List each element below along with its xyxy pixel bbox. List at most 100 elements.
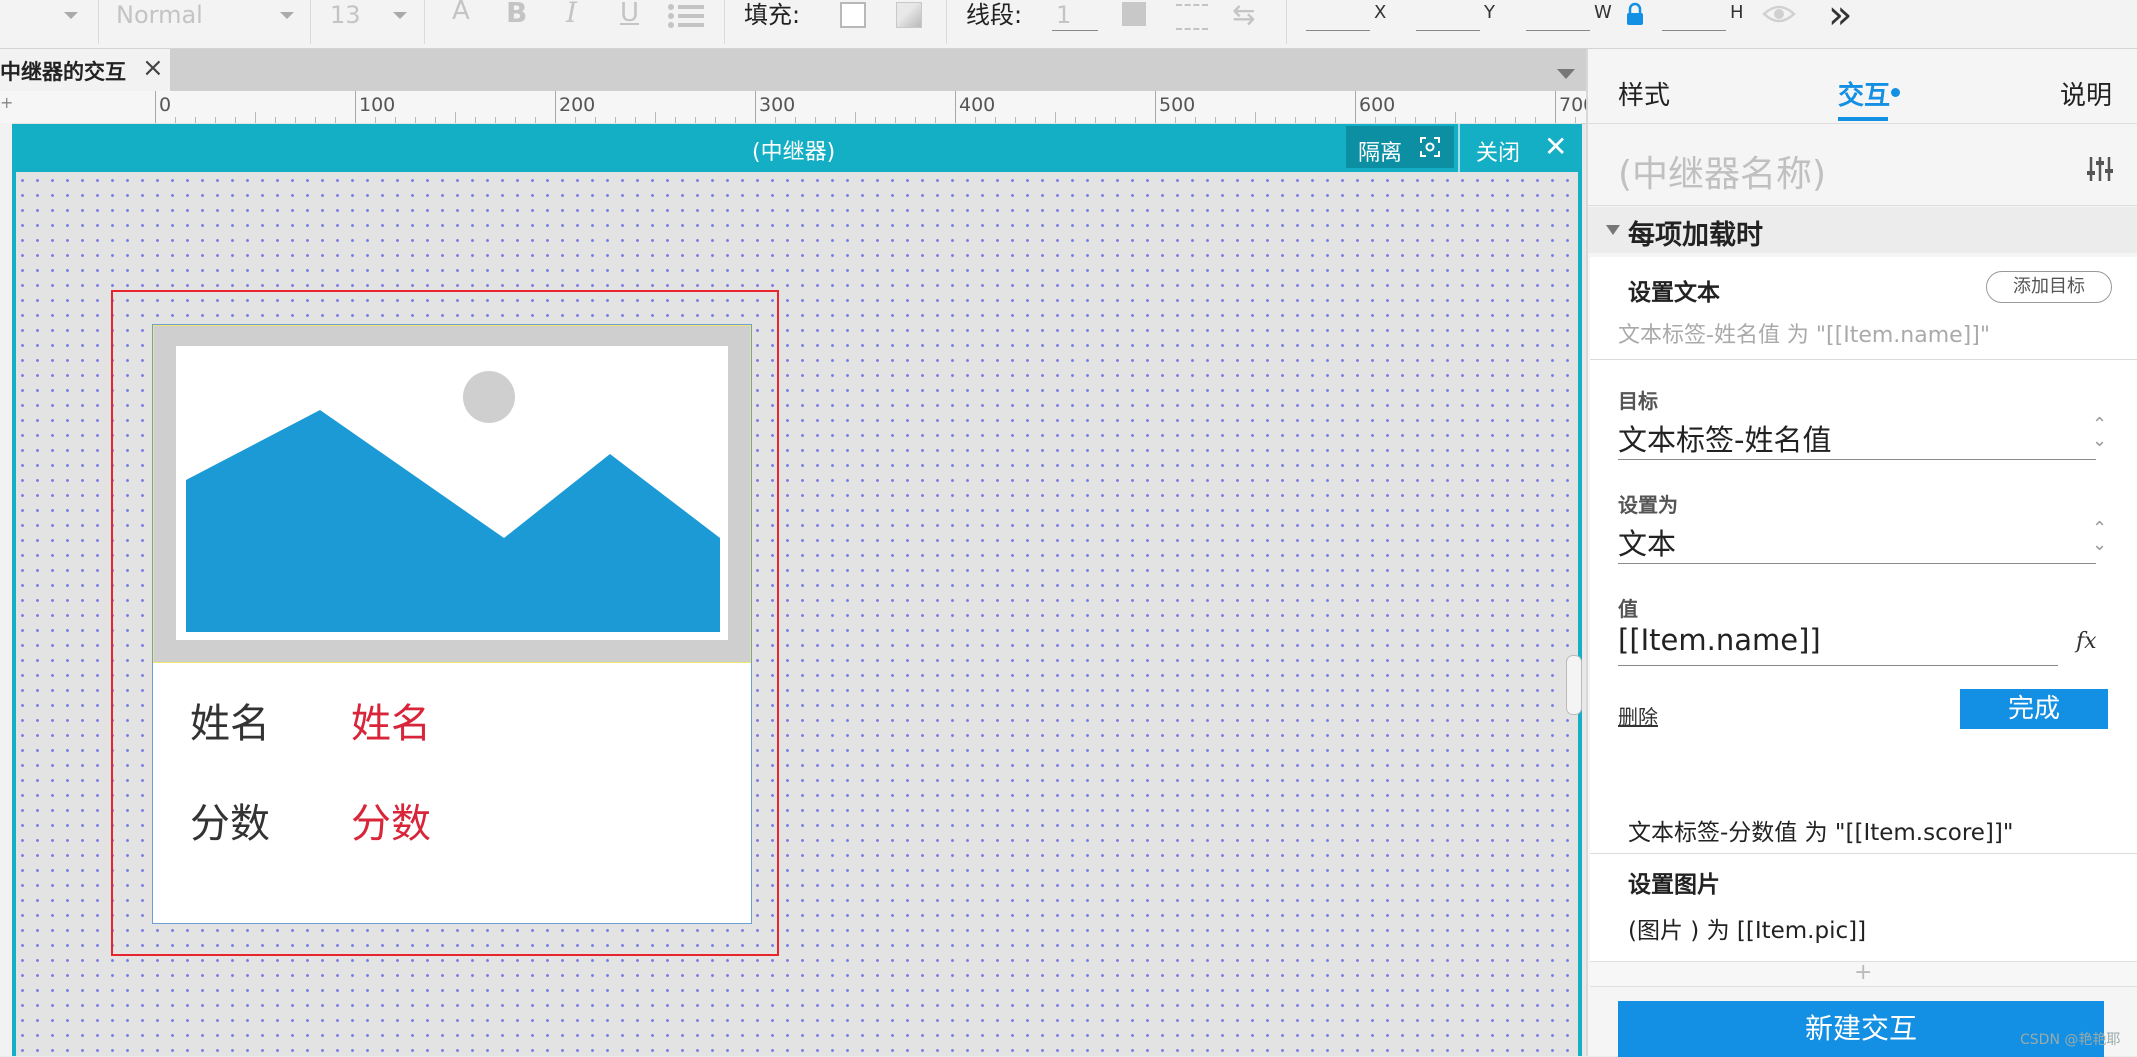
tab-interaction[interactable]: 交互 bbox=[1838, 75, 1890, 112]
ruler-minor-tick bbox=[1055, 112, 1056, 123]
ruler-label: 0 bbox=[159, 94, 172, 116]
set-to-select[interactable]: 文本 bbox=[1618, 521, 1676, 563]
score-value-text[interactable]: 分数 bbox=[351, 800, 431, 848]
isolate-icon bbox=[1420, 137, 1440, 157]
tab-title: 中继器的交互 bbox=[0, 60, 126, 84]
close-label: 关闭 bbox=[1476, 141, 1521, 166]
action3-summary[interactable]: (图片 ) 为 [[Item.pic]] bbox=[1628, 911, 1866, 945]
repeater-edit-border bbox=[1578, 124, 1582, 1056]
select-arrows-icon[interactable]: ⌃ ⌄ bbox=[2092, 416, 2107, 450]
value-input[interactable]: [[Item.name]] bbox=[1618, 623, 1821, 657]
add-target-button[interactable]: 添加目标 bbox=[1986, 271, 2112, 303]
more-chevron-icon[interactable]: » bbox=[1828, 0, 1852, 38]
horizontal-ruler: + 0 100 200 300 400 500 600 700 bbox=[0, 91, 1586, 124]
ruler-major-tick bbox=[955, 91, 956, 123]
watermark: CSDN @艳艳耶 bbox=[2020, 1032, 2121, 1048]
action-editor: 设置文本 添加目标 文本标签-姓名值 为 "[[Item.name]]" 目标 … bbox=[1590, 257, 2137, 961]
font-size-select[interactable]: 13 bbox=[330, 0, 361, 30]
chevron-down-icon[interactable] bbox=[64, 12, 78, 19]
image-placeholder-icon bbox=[176, 346, 728, 640]
ruler-label: 300 bbox=[759, 94, 796, 116]
ruler-minor-tick bbox=[455, 112, 456, 123]
stroke-color-swatch[interactable] bbox=[1122, 2, 1146, 26]
tab-bar bbox=[0, 49, 1586, 91]
fill-label: 填充: bbox=[744, 1, 801, 29]
x-label: X bbox=[1374, 2, 1387, 23]
name-label: 姓名 bbox=[190, 701, 270, 747]
delete-link[interactable]: 删除 bbox=[1618, 701, 1658, 730]
ruler-major-tick bbox=[555, 91, 556, 123]
unsaved-dot-icon bbox=[1891, 88, 1900, 97]
collapse-triangle-icon[interactable] bbox=[1606, 225, 1620, 235]
active-tab-underline bbox=[1838, 117, 1888, 121]
tab-repeater-interaction[interactable]: 中继器的交互 × bbox=[0, 49, 170, 91]
set-to-label: 设置为 bbox=[1618, 493, 1678, 517]
ruler-label: 500 bbox=[1159, 94, 1196, 116]
line-pattern-icon[interactable] bbox=[1176, 4, 1208, 30]
y-label: Y bbox=[1484, 2, 1495, 23]
ruler-minor-tick bbox=[855, 112, 856, 123]
tab-style[interactable]: 样式 bbox=[1618, 75, 1670, 112]
action-title: 设置文本 bbox=[1628, 280, 1720, 306]
ruler-origin-icon: + bbox=[0, 93, 14, 112]
fill-color-swatch[interactable] bbox=[840, 2, 866, 28]
action-summary: 文本标签-姓名值 为 "[[Item.name]]" bbox=[1618, 323, 1990, 348]
chevron-down-icon[interactable] bbox=[280, 12, 294, 19]
ruler-major-tick bbox=[355, 91, 356, 123]
close-repeater-button[interactable]: 关闭 ✕ bbox=[1464, 126, 1578, 168]
action2-summary[interactable]: 文本标签-分数值 为 "[[Item.score]]" bbox=[1628, 813, 2013, 847]
italic-icon[interactable]: I bbox=[566, 0, 577, 28]
text-color-icon[interactable]: A bbox=[452, 0, 470, 26]
arrow-style-icon[interactable]: ⇆ bbox=[1232, 0, 1255, 31]
stroke-label: 线段: bbox=[966, 1, 1023, 29]
value-label: 值 bbox=[1618, 597, 1638, 621]
ruler-label: 400 bbox=[959, 94, 996, 116]
tab-notes[interactable]: 说明 bbox=[2060, 75, 2112, 112]
repeater-edit-border bbox=[12, 124, 16, 1056]
repeater-name-input[interactable]: (中继器名称) bbox=[1618, 145, 1826, 197]
tab-close-icon[interactable]: × bbox=[142, 53, 164, 83]
done-button[interactable]: 完成 bbox=[1960, 689, 2108, 729]
ruler-label: 100 bbox=[359, 94, 396, 116]
shadow-swatch[interactable] bbox=[896, 2, 922, 28]
fx-icon[interactable]: fx bbox=[2076, 629, 2097, 654]
repeater-title: (中继器) bbox=[752, 140, 836, 165]
settings-sliders-icon[interactable] bbox=[2086, 155, 2114, 183]
underline-icon[interactable]: U bbox=[620, 0, 639, 28]
repeater-edit-header: (中继器) 隔离 关闭 ✕ bbox=[12, 124, 1582, 172]
plus-icon: + bbox=[1854, 960, 1873, 985]
action3-title: 设置图片 bbox=[1628, 872, 1720, 898]
bold-icon[interactable]: B bbox=[506, 0, 527, 28]
stroke-width-input[interactable]: 1 bbox=[1056, 0, 1071, 30]
ruler-minor-tick bbox=[255, 112, 256, 123]
list-icon[interactable] bbox=[668, 4, 704, 28]
ruler-label: 700 bbox=[1559, 94, 1586, 116]
add-action-row[interactable]: + bbox=[1590, 960, 2137, 987]
target-select[interactable]: 文本标签-姓名值 bbox=[1618, 417, 1831, 459]
ruler-major-tick bbox=[755, 91, 756, 123]
interaction-panel: 样式 交互 说明 (中继器名称) 每项加载时 设置文本 添加目标 文本标签-姓名… bbox=[1586, 49, 2137, 1057]
tab-list-chevron-icon[interactable] bbox=[1557, 69, 1575, 79]
h-label: H bbox=[1730, 2, 1744, 23]
ruler-label: 600 bbox=[1359, 94, 1396, 116]
ruler-minor-tick bbox=[1255, 112, 1256, 123]
lock-icon[interactable] bbox=[1626, 2, 1644, 26]
toolbar: Normal 13 A B I U 填充: 线段: 1 ⇆ X Y W H » bbox=[0, 0, 2137, 49]
name-value-text[interactable]: 姓名 bbox=[351, 700, 431, 748]
w-label: W bbox=[1594, 2, 1612, 23]
isolate-label: 隔离 bbox=[1358, 141, 1403, 166]
isolate-button[interactable]: 隔离 bbox=[1346, 126, 1454, 168]
eye-icon[interactable] bbox=[1762, 0, 1796, 28]
ruler-major-tick bbox=[1155, 91, 1156, 123]
ruler-major-tick bbox=[155, 91, 156, 123]
ruler-minor-tick bbox=[1455, 112, 1456, 123]
event-row[interactable]: 每项加载时 bbox=[1588, 207, 2137, 253]
select-arrows-icon[interactable]: ⌃ ⌄ bbox=[2092, 520, 2107, 554]
target-label: 目标 bbox=[1618, 389, 1658, 413]
score-label: 分数 bbox=[190, 801, 270, 847]
chevron-down-icon[interactable] bbox=[393, 12, 407, 19]
event-title: 每项加载时 bbox=[1628, 220, 1763, 251]
font-style-select[interactable]: Normal bbox=[116, 0, 203, 30]
canvas-scrollbar-handle[interactable] bbox=[1566, 655, 1582, 715]
ruler-minor-tick bbox=[655, 112, 656, 123]
